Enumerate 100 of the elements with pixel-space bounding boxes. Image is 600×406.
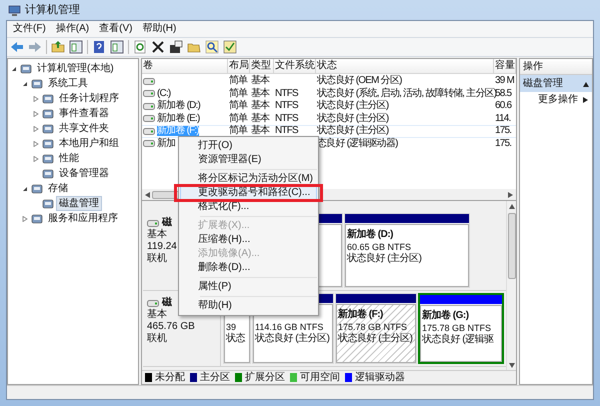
section-title: 磁盘管理 (523, 78, 563, 90)
tree-item[interactable]: 任务计划程序 (56, 91, 122, 106)
tree-node-icon (42, 138, 54, 150)
tree-item[interactable]: 设备管理器 (56, 166, 112, 181)
menu-item[interactable]: 帮助(H) (138, 23, 180, 35)
expand-arrow-icon[interactable] (32, 110, 38, 116)
menu-item[interactable]: 文件(F) (9, 23, 50, 35)
context-menu-item[interactable]: 将分区标记为活动分区(M) (180, 172, 317, 186)
partition-block[interactable]: 新加卷 (G:) 175.78 GB NTFS 状态良好 (逻辑驱 (418, 293, 504, 364)
table-cell: 简单 (229, 101, 248, 112)
tree-node-icon (42, 168, 54, 180)
delete-icon[interactable] (151, 40, 165, 54)
partition-title: 新加卷 (G:) (422, 310, 469, 322)
context-menu-item[interactable]: 资源管理器(E) (180, 153, 317, 167)
section-header[interactable]: 磁盘管理 (520, 75, 592, 92)
partition-block[interactable]: 新加卷 (F:) 175.78 GB NTFS 状态良好 (主分区) (335, 293, 417, 364)
expand-arrow-icon[interactable] (32, 140, 38, 146)
table-cell: 基本 (251, 101, 270, 112)
expand-arrow-icon[interactable] (32, 156, 38, 162)
table-cell: 状态良好 (OEM 分区) (317, 76, 402, 86)
help-icon[interactable] (92, 40, 106, 54)
scroll-up-icon[interactable] (508, 203, 514, 209)
table-cell: 简单 (229, 76, 248, 86)
action-pane-icon[interactable] (110, 40, 124, 54)
folder-up-icon[interactable] (51, 40, 65, 54)
tree-node-icon (31, 182, 43, 194)
console-tree-icon[interactable] (69, 40, 83, 54)
tree-node-icon (20, 62, 32, 74)
column-header[interactable]: 文件系统 (274, 59, 316, 73)
tree-node-icon (42, 198, 54, 210)
menu-item[interactable]: 查看(V) (95, 23, 136, 35)
volume-name[interactable]: 新加 (157, 138, 176, 149)
expand-arrow-icon[interactable] (32, 96, 38, 102)
column-header[interactable]: 卷 (142, 59, 228, 73)
table-cell: 58.5 (495, 88, 512, 99)
search-icon[interactable] (205, 40, 219, 54)
scroll-down-icon[interactable] (508, 362, 514, 368)
action-link[interactable]: 更多操作 (538, 94, 578, 106)
scroll-left-icon[interactable] (144, 192, 150, 198)
tree-item[interactable]: 事件查看器 (56, 106, 112, 121)
expand-arrow-icon[interactable] (32, 126, 38, 132)
volume-name[interactable]: (C:) (157, 88, 170, 99)
tree-node-icon (42, 92, 54, 104)
tree-item[interactable]: 共享文件夹 (56, 121, 112, 136)
table-cell: 60.6 (495, 101, 512, 112)
scroll-right-icon[interactable] (508, 192, 514, 198)
context-menu-item[interactable]: 删除卷(D)... (180, 261, 317, 275)
tree-item[interactable]: 系统工具 (45, 76, 91, 91)
table-cell: 基本 (251, 88, 270, 99)
tree-item[interactable]: 本地用户和组 (56, 136, 122, 151)
collapse-arrow-icon[interactable] (22, 186, 28, 192)
tree-item[interactable]: 计算机管理(本地) (34, 61, 117, 76)
table-cell: NTFS (275, 101, 298, 112)
drive-icon (147, 300, 159, 306)
tree-item[interactable]: 服务和应用程序 (45, 211, 121, 226)
app-icon (8, 4, 21, 16)
collapse-arrow-icon[interactable] (10, 66, 16, 72)
volume-name[interactable]: 新加卷 (E:) (157, 114, 200, 124)
table-cell: 基本 (251, 126, 270, 136)
column-header[interactable]: 布局 (228, 59, 250, 73)
collapse-icon[interactable] (583, 80, 589, 86)
tree-item[interactable]: 存储 (45, 181, 71, 196)
table-cell: 175. (495, 138, 512, 149)
table-cell: 状态良好 (主分区) (317, 101, 388, 112)
tree-node-icon (31, 78, 43, 90)
table-cell: 简单 (229, 88, 248, 99)
scrollbar-thumb[interactable] (508, 213, 516, 279)
collapse-arrow-icon[interactable] (22, 80, 28, 86)
partition-block[interactable]: 新加卷 (D:) 60.65 GB NTFS 状态良好 (主分区) (344, 213, 470, 288)
tree-item[interactable]: 磁盘管理 (56, 196, 102, 211)
partition-title: 新加卷 (D:) (347, 229, 393, 241)
column-header[interactable]: 状态 (316, 59, 494, 73)
refresh-icon[interactable] (133, 40, 147, 54)
legend-label: 未分配 (155, 372, 185, 384)
context-menu-item[interactable]: 属性(P) (180, 280, 317, 294)
menu-item[interactable]: 操作(A) (52, 23, 94, 35)
vertical-scrollbar[interactable] (506, 201, 516, 370)
context-menu-item[interactable]: 压缩卷(H)... (180, 233, 317, 247)
window-title: 计算机管理 (25, 4, 80, 16)
table-cell: 基本 (251, 114, 270, 124)
tree-item[interactable]: 性能 (56, 151, 82, 166)
column-header[interactable]: 类型 (250, 59, 274, 73)
volume-name[interactable]: 新加卷 (D:) (157, 101, 200, 112)
disk-status: 联机 (147, 333, 167, 345)
check-icon[interactable] (223, 40, 237, 54)
expand-arrow-icon[interactable] (22, 216, 28, 222)
legend-label: 可用空间 (300, 372, 340, 384)
column-header[interactable]: 容量 (494, 59, 516, 73)
table-cell: 简单 (229, 126, 248, 136)
disk-status: 联机 (147, 253, 167, 265)
disk-type: 基本 (147, 309, 167, 321)
back-icon[interactable] (10, 40, 24, 54)
submenu-arrow-icon (583, 96, 589, 102)
drive-icon (143, 140, 155, 148)
properties-icon[interactable] (169, 40, 183, 54)
partition-info: 175.78 GB NTFS (422, 322, 492, 334)
context-menu-item[interactable]: 打开(O) (180, 139, 317, 153)
tree-node-icon (31, 212, 43, 224)
table-cell: NTFS (275, 88, 298, 99)
partition-info: 60.65 GB NTFS (347, 241, 412, 252)
